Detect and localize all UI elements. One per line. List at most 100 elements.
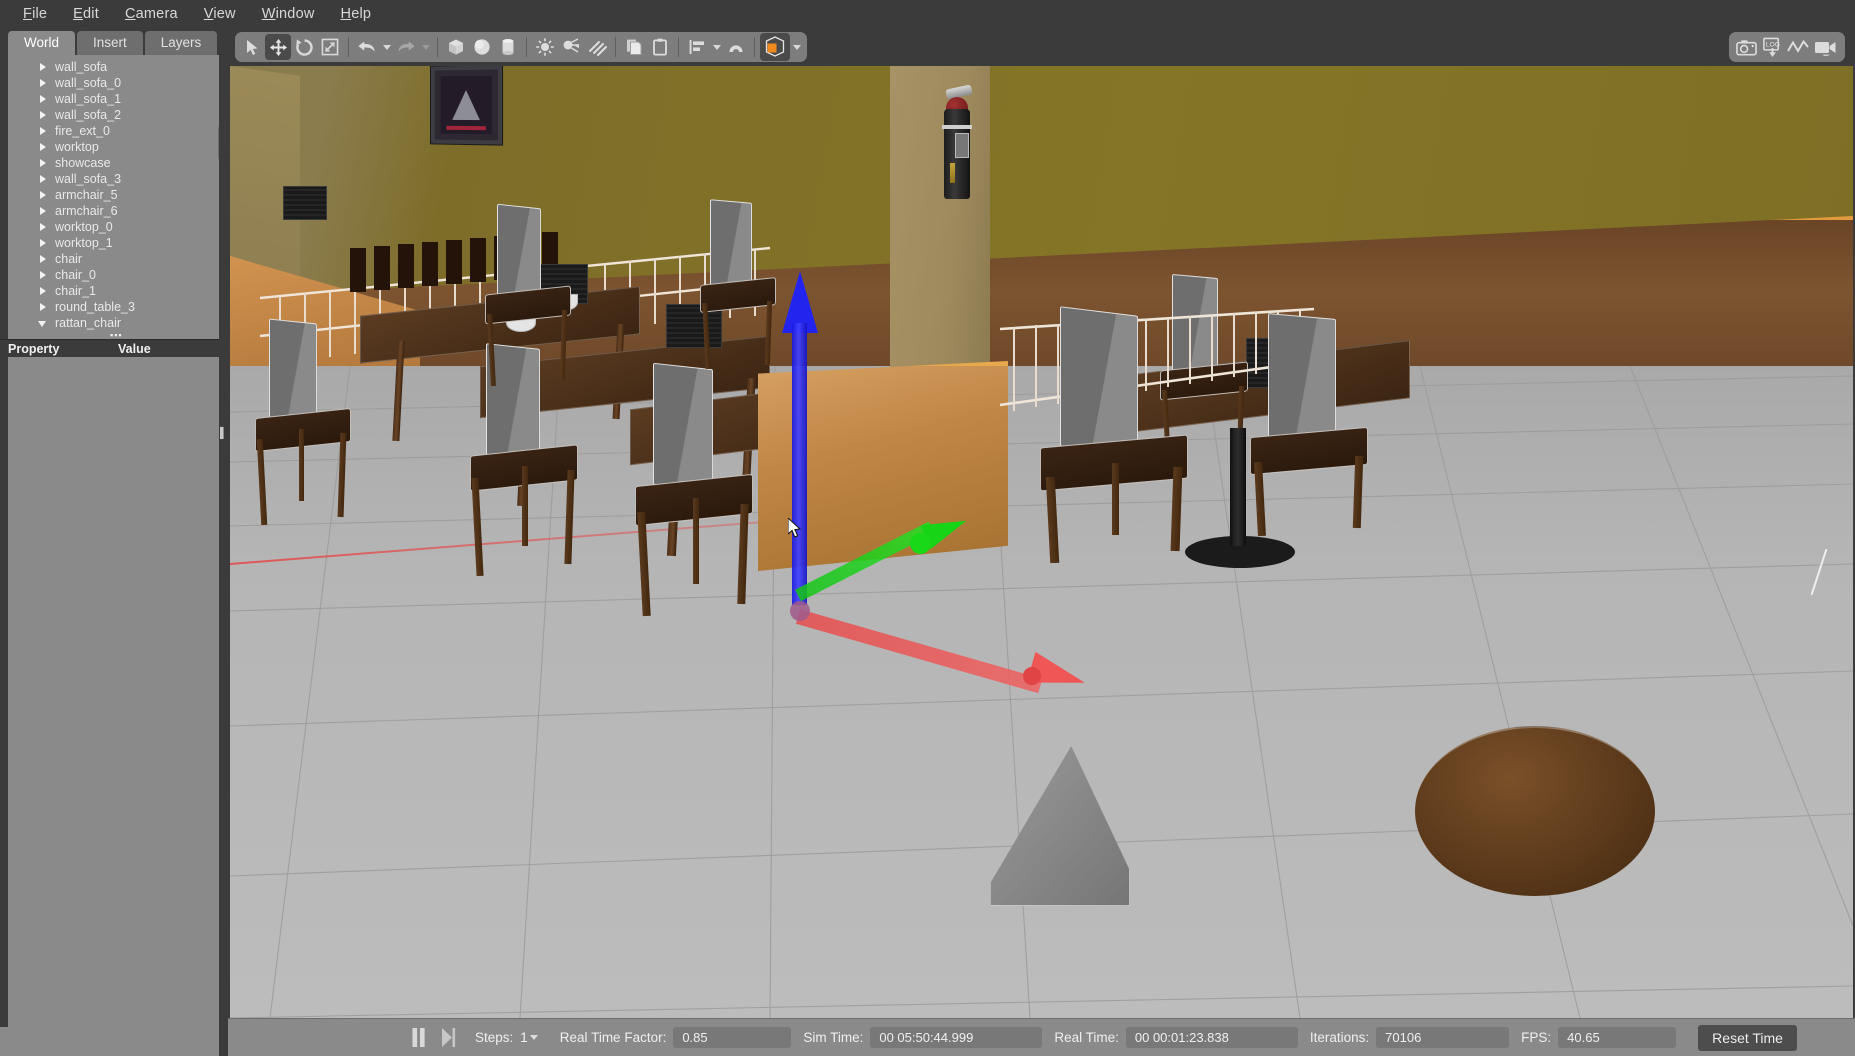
gizmo-origin-handle[interactable]: [790, 601, 810, 621]
menu-window[interactable]: Window: [249, 3, 328, 25]
tab-insert[interactable]: Insert: [77, 31, 143, 55]
tree-item-chair_1[interactable]: chair_1: [8, 283, 228, 299]
tree-item-chair[interactable]: chair: [8, 251, 228, 267]
rotate-mode-button[interactable]: [291, 34, 317, 60]
menu-label-rest: dit: [83, 6, 99, 22]
chevron-right-icon[interactable]: [38, 78, 49, 89]
undo-dropdown-caret[interactable]: [380, 34, 393, 60]
insert-box-button[interactable]: [443, 34, 469, 60]
real-time-value: 00 00:01:23.838: [1126, 1027, 1298, 1048]
tree-item-round_table_3[interactable]: round_table_3: [8, 299, 228, 315]
align-dropdown-caret[interactable]: [710, 34, 723, 60]
menu-view[interactable]: View: [191, 3, 249, 25]
chevron-right-icon[interactable]: [38, 222, 49, 233]
property-table-header: Property Value: [0, 339, 228, 357]
screenshot-button[interactable]: [1733, 34, 1759, 60]
point-light-button[interactable]: [532, 34, 558, 60]
tree-item-armchair_6[interactable]: armchair_6: [8, 203, 228, 219]
tree-item-worktop_0[interactable]: worktop_0: [8, 219, 228, 235]
chevron-right-icon[interactable]: [38, 286, 49, 297]
chevron-right-icon[interactable]: [38, 190, 49, 201]
tree-item-label: worktop: [55, 140, 99, 154]
fps-label: FPS:: [1521, 1030, 1551, 1045]
sim-time-label: Sim Time:: [803, 1030, 863, 1045]
scale-mode-button[interactable]: [317, 34, 343, 60]
chevron-right-icon[interactable]: [38, 110, 49, 121]
translate-mode-button[interactable]: [265, 34, 291, 60]
pause-icon: [411, 1028, 426, 1047]
chevron-right-icon[interactable]: [38, 206, 49, 217]
paste-icon: [650, 37, 670, 57]
tree-item-label: chair_1: [55, 284, 96, 298]
chevron-down-icon[interactable]: [38, 318, 49, 329]
select-mode-button[interactable]: [239, 34, 265, 60]
chevron-right-icon[interactable]: [38, 254, 49, 265]
menu-bar: FileEditCameraViewWindowHelp: [0, 0, 1855, 28]
panel-splitter-handle[interactable]: ▪▪▪: [110, 333, 126, 338]
tree-item-showcase[interactable]: showcase: [8, 155, 228, 171]
menu-edit[interactable]: Edit: [60, 3, 112, 25]
redo-button[interactable]: [393, 34, 419, 60]
tree-item-armchair_5[interactable]: armchair_5: [8, 187, 228, 203]
menu-label-rest: ile: [32, 6, 47, 22]
viewport-resize-grip[interactable]: ▪▪▪: [1835, 964, 1850, 976]
chevron-right-icon[interactable]: [38, 302, 49, 313]
align-icon: [687, 37, 707, 57]
reset-time-button[interactable]: Reset Time: [1698, 1025, 1797, 1051]
insert-sphere-button[interactable]: [469, 34, 495, 60]
redo-dropdown-caret[interactable]: [419, 34, 432, 60]
insert-cylinder-button[interactable]: [495, 34, 521, 60]
panel-resize-grip[interactable]: [219, 28, 228, 1056]
menu-camera[interactable]: Camera: [112, 3, 191, 25]
tree-item-label: fire_ext_0: [55, 124, 110, 138]
step-button[interactable]: [433, 1026, 463, 1050]
undo-button[interactable]: [354, 34, 380, 60]
tree-item-rattan_chair[interactable]: rattan_chair: [8, 315, 228, 331]
spot-light-button[interactable]: [558, 34, 584, 60]
menu-file[interactable]: File: [10, 3, 60, 25]
directional-light-button[interactable]: [584, 34, 610, 60]
plot-button[interactable]: [1785, 34, 1811, 60]
tree-item-worktop[interactable]: worktop: [8, 139, 228, 155]
chevron-right-icon[interactable]: [38, 238, 49, 249]
steps-value[interactable]: 1: [520, 1030, 528, 1045]
menu-help[interactable]: Help: [328, 3, 385, 25]
chevron-right-icon[interactable]: [38, 142, 49, 153]
render-viewport-3d[interactable]: ▪▪▪: [230, 66, 1853, 1018]
chevron-right-icon[interactable]: [38, 126, 49, 137]
chevron-right-icon[interactable]: [38, 94, 49, 105]
snap-button[interactable]: [723, 34, 749, 60]
tree-item-fire_ext_0[interactable]: fire_ext_0: [8, 123, 228, 139]
save-log-button[interactable]: LOG: [1759, 34, 1785, 60]
chevron-right-icon[interactable]: [38, 158, 49, 169]
fps-value: 40.65: [1558, 1027, 1676, 1048]
tab-world[interactable]: World: [8, 31, 75, 55]
tab-layers[interactable]: Layers: [145, 31, 218, 55]
chevron-right-icon[interactable]: [38, 62, 49, 73]
copy-button[interactable]: [621, 34, 647, 60]
gizmo-x-axis[interactable]: [798, 609, 1098, 699]
tree-item-chair_0[interactable]: chair_0: [8, 267, 228, 283]
chevron-right-icon[interactable]: [38, 174, 49, 185]
translate-gizmo[interactable]: [770, 271, 1090, 616]
world-tree[interactable]: wall_sofawall_sofa_0wall_sofa_1wall_sofa…: [8, 55, 228, 331]
gizmo-y-axis[interactable]: [798, 513, 983, 613]
tree-item-wall_sofa_2[interactable]: wall_sofa_2: [8, 107, 228, 123]
paste-button[interactable]: [647, 34, 673, 60]
steps-dropdown-caret[interactable]: [530, 1035, 538, 1040]
chevron-right-icon[interactable]: [38, 270, 49, 281]
cursor-arrow-icon: [788, 518, 803, 540]
tree-item-wall_sofa[interactable]: wall_sofa: [8, 59, 228, 75]
pause-button[interactable]: [403, 1026, 433, 1050]
tree-item-wall_sofa_3[interactable]: wall_sofa_3: [8, 171, 228, 187]
tree-item-wall_sofa_0[interactable]: wall_sofa_0: [8, 75, 228, 91]
left-panel: World Insert Layers wall_sofawall_sofa_0…: [0, 28, 228, 1056]
redo-arrow-icon: [396, 38, 416, 56]
tree-item-wall_sofa_1[interactable]: wall_sofa_1: [8, 91, 228, 107]
view-angle-button[interactable]: [760, 33, 790, 61]
align-button[interactable]: [684, 34, 710, 60]
view-angle-dropdown-caret[interactable]: [790, 34, 803, 60]
record-video-button[interactable]: [1811, 34, 1841, 60]
tree-item-worktop_1[interactable]: worktop_1: [8, 235, 228, 251]
sim-time-value: 00 05:50:44.999: [870, 1027, 1042, 1048]
